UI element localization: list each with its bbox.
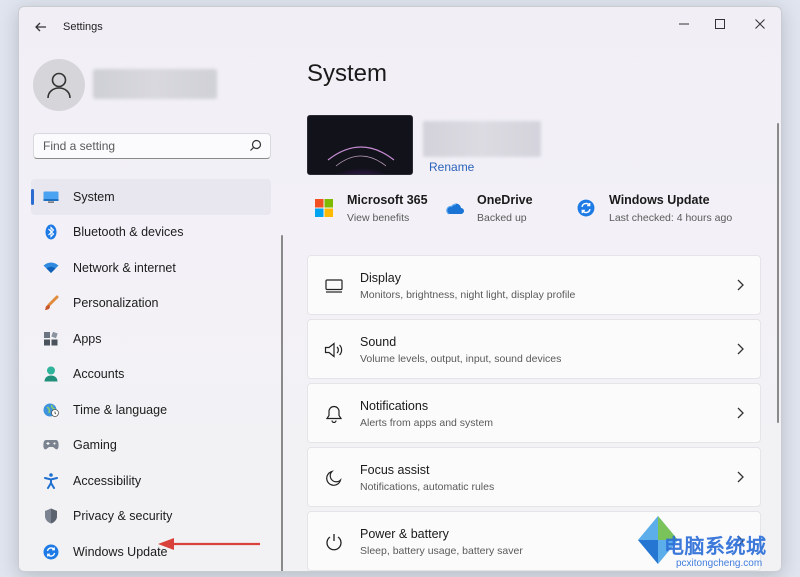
main-scrollbar[interactable] bbox=[777, 123, 779, 423]
sidebar-item-label: Apps bbox=[73, 331, 102, 346]
sidebar-item-label: Network & internet bbox=[73, 260, 176, 275]
card-title: Focus assist bbox=[360, 463, 430, 477]
privacy-icon bbox=[43, 508, 59, 524]
user-name-redacted bbox=[93, 69, 217, 99]
settings-card-list: Display Monitors, brightness, night ligh… bbox=[307, 255, 761, 571]
sidebar: System Bluetooth & devices Network & int… bbox=[19, 47, 289, 571]
sidebar-item-label: Gaming bbox=[73, 438, 117, 453]
quick-action-windows-update[interactable]: Windows Update Last checked: 4 hours ago bbox=[575, 193, 732, 224]
accessibility-icon bbox=[43, 472, 59, 489]
sidebar-item-label: System bbox=[73, 189, 115, 204]
card-subtitle: Notifications, automatic rules bbox=[360, 481, 495, 493]
sidebar-item-accessibility[interactable]: Accessibility bbox=[31, 463, 271, 499]
sidebar-item-label: Accounts bbox=[73, 367, 125, 382]
maximize-icon bbox=[715, 19, 725, 29]
desktop-wallpaper-thumbnail bbox=[307, 115, 413, 175]
sidebar-item-label: Time & language bbox=[73, 402, 168, 417]
main-content: System Rename Microsoft 365 View benefit… bbox=[307, 47, 781, 571]
card-title: Sound bbox=[360, 335, 397, 349]
close-button[interactable] bbox=[743, 11, 777, 37]
card-display[interactable]: Display Monitors, brightness, night ligh… bbox=[307, 255, 761, 315]
sidebar-item-label: Accessibility bbox=[73, 473, 142, 488]
sidebar-scrollbar[interactable] bbox=[281, 235, 283, 571]
sidebar-item-label: Bluetooth & devices bbox=[73, 225, 184, 240]
watermark-text: 电脑系统城 bbox=[664, 534, 767, 558]
avatar[interactable] bbox=[33, 59, 85, 111]
close-icon bbox=[755, 19, 765, 29]
card-title: Power & battery bbox=[360, 527, 449, 541]
back-button[interactable] bbox=[31, 17, 51, 37]
card-subtitle: Monitors, brightness, night light, displ… bbox=[360, 289, 576, 301]
onedrive-icon bbox=[443, 197, 465, 219]
sidebar-item-apps[interactable]: Apps bbox=[31, 321, 271, 357]
page-title: System bbox=[307, 60, 388, 87]
card-subtitle: Alerts from apps and system bbox=[360, 417, 494, 429]
minimize-button[interactable] bbox=[667, 11, 701, 37]
system-icon bbox=[43, 189, 59, 205]
quick-action-subtitle: View benefits bbox=[347, 212, 410, 224]
sidebar-item-accounts[interactable]: Accounts bbox=[31, 357, 271, 393]
sound-icon bbox=[324, 340, 344, 360]
sidebar-item-privacy[interactable]: Privacy & security bbox=[31, 499, 271, 535]
quick-action-subtitle: Last checked: 4 hours ago bbox=[609, 212, 733, 224]
microsoft-365-icon bbox=[313, 197, 335, 219]
quick-action-microsoft-365[interactable]: Microsoft 365 View benefits bbox=[313, 193, 428, 224]
sidebar-item-label: Personalization bbox=[73, 296, 159, 311]
gaming-icon bbox=[43, 437, 59, 453]
title-bar: Settings bbox=[19, 7, 781, 47]
personalization-icon bbox=[43, 295, 59, 311]
windows-update-icon bbox=[43, 544, 59, 560]
quick-action-onedrive[interactable]: OneDrive Backed up bbox=[443, 193, 533, 224]
settings-window: Settings System bbox=[18, 6, 782, 572]
card-sound[interactable]: Sound Volume levels, output, input, soun… bbox=[307, 319, 761, 379]
card-subtitle: Volume levels, output, input, sound devi… bbox=[360, 353, 562, 365]
search-input[interactable] bbox=[43, 138, 239, 154]
sidebar-item-network[interactable]: Network & internet bbox=[31, 250, 271, 286]
card-focus-assist[interactable]: Focus assist Notifications, automatic ru… bbox=[307, 447, 761, 507]
quick-action-subtitle: Backed up bbox=[477, 212, 527, 224]
sidebar-item-personalization[interactable]: Personalization bbox=[31, 286, 271, 322]
quick-action-title: OneDrive bbox=[477, 193, 533, 207]
maximize-button[interactable] bbox=[703, 11, 737, 37]
apps-icon bbox=[43, 331, 59, 347]
chevron-right-icon bbox=[736, 406, 744, 424]
card-notifications[interactable]: Notifications Alerts from apps and syste… bbox=[307, 383, 761, 443]
sidebar-item-label: Windows Update bbox=[73, 544, 168, 559]
display-icon bbox=[324, 276, 344, 296]
focus-assist-icon bbox=[324, 468, 344, 488]
minimize-icon bbox=[679, 23, 689, 25]
sidebar-item-label: Privacy & security bbox=[73, 509, 173, 524]
user-icon bbox=[47, 72, 71, 99]
power-icon bbox=[324, 532, 344, 552]
device-name-redacted bbox=[423, 121, 541, 157]
back-arrow-icon bbox=[35, 22, 46, 32]
sidebar-item-time-language[interactable]: Time & language bbox=[31, 392, 271, 428]
card-title: Display bbox=[360, 271, 401, 285]
network-icon bbox=[43, 260, 59, 276]
chevron-right-icon bbox=[736, 470, 744, 488]
watermark-url: pcxitongcheng.com bbox=[676, 558, 763, 569]
sidebar-item-gaming[interactable]: Gaming bbox=[31, 428, 271, 464]
card-title: Notifications bbox=[360, 399, 429, 413]
chevron-right-icon bbox=[736, 278, 744, 296]
card-subtitle: Sleep, battery usage, battery saver bbox=[360, 545, 523, 557]
accounts-icon bbox=[43, 366, 59, 382]
windows-update-icon bbox=[575, 197, 597, 219]
sidebar-nav: System Bluetooth & devices Network & int… bbox=[31, 179, 271, 570]
quick-action-title: Microsoft 365 bbox=[347, 193, 428, 207]
app-title: Settings bbox=[63, 21, 103, 33]
search-box[interactable] bbox=[33, 133, 271, 159]
bluetooth-icon bbox=[43, 224, 59, 240]
search-icon[interactable] bbox=[249, 139, 262, 157]
rename-link[interactable]: Rename bbox=[429, 160, 474, 174]
quick-action-title: Windows Update bbox=[609, 193, 710, 207]
sidebar-item-bluetooth[interactable]: Bluetooth & devices bbox=[31, 215, 271, 251]
chevron-right-icon bbox=[736, 342, 744, 360]
sidebar-item-system[interactable]: System bbox=[31, 179, 271, 215]
notifications-icon bbox=[324, 404, 344, 424]
annotation-arrow-icon bbox=[158, 538, 260, 550]
time-language-icon bbox=[43, 402, 59, 418]
